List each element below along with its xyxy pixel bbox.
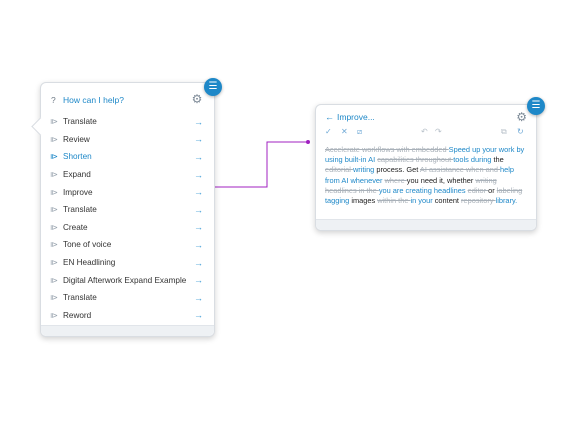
regenerate-icon[interactable]: ↻ <box>517 127 524 136</box>
accept-icon[interactable]: ✓ <box>325 127 332 136</box>
menu-item[interactable]: ⧐ Shorten → <box>41 148 214 166</box>
menu-item[interactable]: ⧐ Translate → <box>41 113 214 131</box>
deleted-text: editorial <box>325 165 353 175</box>
prompt-icon: ⧐ <box>50 187 58 197</box>
inserted-text: library. <box>495 196 518 206</box>
prompt-icon: ⧐ <box>50 293 58 303</box>
inserted-text: tagging <box>325 196 352 206</box>
chat-icon[interactable]: ☰ <box>527 97 545 115</box>
deleted-text: AI assistance when and <box>419 165 501 175</box>
improve-toolbar: ✓ ✕ ⧄ ↶ ↷ ⧉ ↻ <box>325 127 530 141</box>
menu-footer <box>41 325 214 336</box>
redo-icon[interactable]: ↷ <box>435 127 442 136</box>
improve-title: Improve... <box>337 112 375 122</box>
arrow-right-icon: → <box>194 239 203 250</box>
arrow-right-icon: → <box>194 257 203 268</box>
deleted-text: labeling <box>496 185 523 195</box>
deleted-text: editor <box>467 185 489 195</box>
menu-item[interactable]: ⧐ EN Headlining → <box>41 254 214 272</box>
menu-item-label: Translate <box>63 117 97 127</box>
gear-icon[interactable]: ⚙ <box>516 110 527 124</box>
menu-item-label: Reword <box>63 310 92 320</box>
menu-item-label: Create <box>63 222 88 232</box>
arrow-right-icon: → <box>194 116 203 127</box>
menu-item-label: Tone of voice <box>63 240 112 250</box>
arrow-right-icon: → <box>194 310 203 321</box>
arrow-right-icon: → <box>194 187 203 198</box>
inserted-text: you are creating headlines <box>378 185 468 195</box>
improve-header: ← Improve... ⚙ <box>325 109 527 125</box>
menu-item[interactable]: ⧐ Digital Afterwork Expand Example → <box>41 271 214 289</box>
prompt-icon: ⧐ <box>50 310 58 320</box>
menu-list: ⧐ Translate → ⧐ Review → ⧐ Shorten → ⧐ Expand → ⧐ Imp… <box>41 113 214 324</box>
text-segment: content <box>434 196 462 206</box>
arrow-right-icon: → <box>194 134 203 145</box>
arrow-right-icon: → <box>194 151 203 162</box>
prompt-icon: ⧐ <box>50 222 58 232</box>
text-segment: or <box>488 185 497 195</box>
menu-item-label: Translate <box>63 293 97 303</box>
arrow-right-icon: → <box>194 169 203 180</box>
copy-icon[interactable]: ⧉ <box>501 127 507 137</box>
prompt-icon: ⧐ <box>50 275 58 285</box>
prompt-icon: ⧐ <box>50 240 58 250</box>
gear-icon[interactable]: ⚙ <box>190 92 204 106</box>
prompt-icon: ⧐ <box>50 152 58 162</box>
arrow-right-icon: → <box>194 222 203 233</box>
undo-icon[interactable]: ↶ <box>421 127 428 136</box>
arrow-right-icon: → <box>194 275 203 286</box>
menu-item[interactable]: ⧐ Review → <box>41 131 214 149</box>
menu-item[interactable]: ⧐ Translate → <box>41 289 214 307</box>
menu-item-label: EN Headlining <box>63 258 116 268</box>
text-segment: images <box>351 196 378 206</box>
prompt-icon: ⧐ <box>50 134 58 144</box>
menu-item[interactable]: ⧐ Translate → <box>41 201 214 219</box>
text-segment: you need it, whether <box>406 175 476 185</box>
deleted-text: where <box>384 175 407 185</box>
reject-icon[interactable]: ✕ <box>341 127 348 136</box>
prompt-icon: ⧐ <box>50 258 58 268</box>
menu-header: ? How can I help? ⚙ <box>51 91 206 109</box>
menu-item-label: Translate <box>63 205 97 215</box>
menu-item[interactable]: ⧐ Improve → <box>41 183 214 201</box>
menu-item-label: Review <box>63 134 90 144</box>
arrow-right-icon: → <box>194 292 203 303</box>
deleted-text: within the <box>377 196 411 206</box>
inserted-text: writing <box>352 165 377 175</box>
help-prompt[interactable]: How can I help? <box>63 95 124 105</box>
inserted-text: tools during <box>453 155 494 165</box>
menu-item-label: Digital Afterwork Expand Example <box>63 275 187 285</box>
improve-panel: ← Improve... ⚙ ✓ ✕ ⧄ ↶ ↷ ⧉ ↻ Accelerate … <box>315 104 537 231</box>
ai-assist-menu: ? How can I help? ⚙ ⧐ Translate → ⧐ Review → ⧐… <box>31 82 215 337</box>
menu-item[interactable]: ⧐ Tone of voice → <box>41 236 214 254</box>
menu-item-label: Expand <box>63 170 91 180</box>
deleted-text: repository <box>461 196 496 206</box>
prompt-icon: ⧐ <box>50 170 58 180</box>
prompt-icon: ⧐ <box>50 117 58 127</box>
toggle-diff-icon[interactable]: ⧄ <box>357 127 362 137</box>
question-icon: ? <box>51 95 56 105</box>
deleted-text: capabilities throughout <box>377 155 454 165</box>
chat-icon[interactable]: ☰ <box>204 78 222 96</box>
improved-text: Accelerate workflows with embedded Speed… <box>325 145 529 206</box>
inserted-text: in your <box>410 196 435 206</box>
back-arrow-icon[interactable]: ← <box>325 112 337 122</box>
prompt-icon: ⧐ <box>50 205 58 215</box>
text-segment: process. Get <box>376 165 420 175</box>
deleted-text: Accelerate workflows with embedded <box>325 145 449 154</box>
menu-item-label: Improve <box>63 187 93 197</box>
menu-item[interactable]: ⧐ Reword → <box>41 307 214 325</box>
menu-item-label: Shorten <box>63 152 92 162</box>
menu-item[interactable]: ⧐ Create → <box>41 219 214 237</box>
text-segment: the <box>493 155 504 165</box>
menu-item[interactable]: ⧐ Expand → <box>41 166 214 184</box>
improve-footer <box>316 219 536 230</box>
arrow-right-icon: → <box>194 204 203 215</box>
